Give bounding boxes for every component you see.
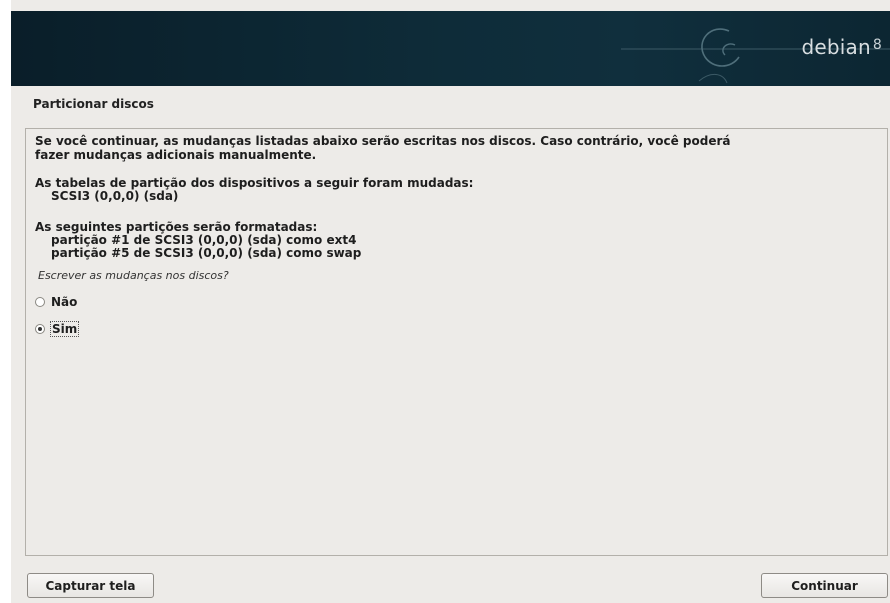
debian-swirl-icon bbox=[621, 28, 890, 84]
option-nao-label[interactable]: Não bbox=[51, 295, 77, 309]
content-panel: Se você continuar, as mudanças listadas … bbox=[25, 128, 888, 556]
continue-button[interactable]: Continuar bbox=[761, 573, 888, 598]
option-nao[interactable]: Não bbox=[35, 295, 77, 309]
page-title: Particionar discos bbox=[33, 97, 154, 111]
radio-nao[interactable] bbox=[35, 297, 45, 307]
format-item: partição #5 de SCSI3 (0,0,0) (sda) como … bbox=[51, 246, 362, 260]
option-sim-label[interactable]: Sim bbox=[49, 321, 80, 337]
debian-logo-text: debian bbox=[801, 35, 871, 59]
format-heading: As seguintes partições serão formatadas: bbox=[35, 220, 318, 234]
tables-heading: As tabelas de partição dos dispositivos … bbox=[35, 176, 474, 190]
question-label: Escrever as mudanças nos discos? bbox=[38, 269, 229, 282]
installer-window: debian 8 Particionar discos Se você conti… bbox=[11, 0, 890, 603]
tables-device: SCSI3 (0,0,0) (sda) bbox=[51, 189, 179, 203]
debian-logo: debian 8 bbox=[802, 35, 883, 59]
option-sim[interactable]: Sim bbox=[35, 321, 80, 337]
debian-version: 8 bbox=[872, 37, 882, 53]
debian-banner: debian 8 bbox=[11, 11, 890, 86]
radio-sim[interactable] bbox=[35, 324, 45, 334]
intro-line-2: fazer mudanças adicionais manualmente. bbox=[35, 148, 317, 162]
screenshot-button[interactable]: Capturar tela bbox=[27, 573, 154, 598]
format-item: partição #1 de SCSI3 (0,0,0) (sda) como … bbox=[51, 233, 357, 247]
intro-line-1: Se você continuar, as mudanças listadas … bbox=[35, 134, 731, 148]
